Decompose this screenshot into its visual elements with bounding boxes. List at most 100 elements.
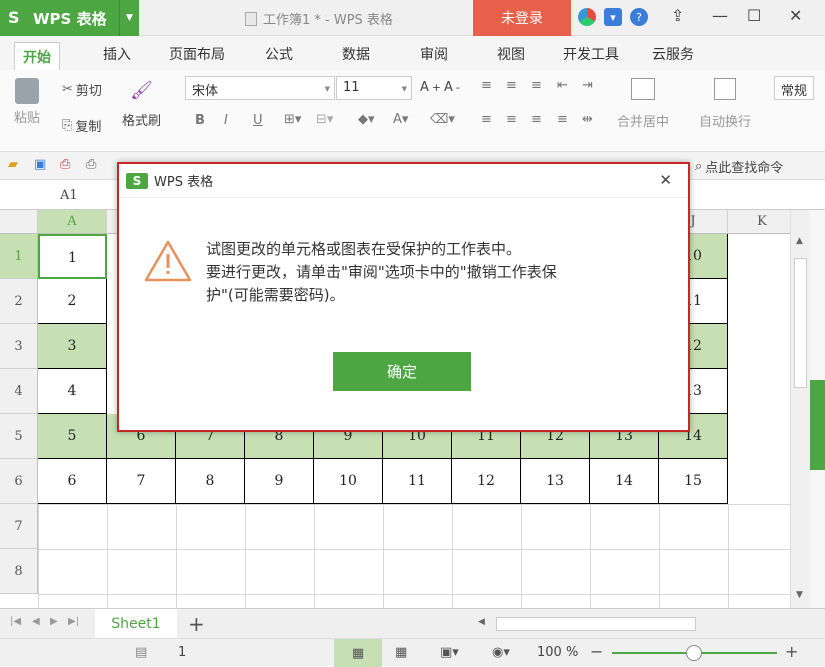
row-header-4[interactable]: 4 [0,369,38,414]
cell-a2[interactable]: 2 [38,279,107,324]
scroll-up-icon[interactable]: ▲ [796,236,803,246]
cell-b6[interactable]: 7 [107,459,176,504]
paste-button[interactable]: 粘贴 [14,78,40,126]
align-bottom-icon[interactable]: ≡ [531,78,542,93]
chevron-down-icon[interactable]: ▼ [119,0,139,36]
cell-a4[interactable]: 4 [38,369,107,414]
row-header-6[interactable]: 6 [0,459,38,504]
increase-font-icon[interactable]: A + [420,80,441,95]
side-panel-toggle[interactable] [810,380,825,470]
merge-center-button[interactable]: 合并居中 [617,78,669,130]
bold-icon[interactable]: B [195,113,205,128]
cell-a3[interactable]: 3 [38,324,107,369]
layout-view-icon[interactable]: ▣▾ [440,645,459,660]
row-header-8[interactable]: 8 [0,549,38,594]
sheet-nav-prev-icon[interactable]: ◀ [32,616,40,627]
row-header-5[interactable]: 5 [0,414,38,459]
align-middle-icon[interactable]: ≡ [506,78,517,93]
add-sheet-icon[interactable]: + [188,612,205,636]
clear-format-icon[interactable]: ⌫▾ [430,112,455,127]
maximize-button[interactable]: ☐ [747,6,761,25]
tab-data[interactable]: 数据 [342,44,370,64]
save-icon[interactable]: ▣ [34,157,46,172]
page-break-view-icon[interactable]: ▦ [395,645,407,660]
reading-mode-icon[interactable]: ◉▾ [492,645,510,660]
zoom-in-icon[interactable]: + [785,642,798,661]
italic-icon[interactable]: I [224,113,228,128]
sheet-nav-last-icon[interactable]: ▶| [68,616,79,627]
horizontal-scrollbar[interactable]: ◀ [476,616,776,632]
decrease-font-icon[interactable]: A- [444,80,460,95]
align-left-icon[interactable]: ≡ [481,112,492,127]
cell-e6[interactable]: 10 [314,459,383,504]
scroll-down-icon[interactable]: ▼ [796,590,803,600]
row-header-3[interactable]: 3 [0,324,38,369]
tab-view[interactable]: 视图 [497,44,525,64]
copy-button[interactable]: ⎘ 复制 [62,116,101,135]
cell-style-icon[interactable]: ⊟▾ [316,112,333,127]
close-icon[interactable]: ✕ [659,171,672,189]
ok-button[interactable]: 确定 [333,352,471,391]
skin-icon[interactable] [578,8,596,26]
zoom-out-icon[interactable]: − [590,642,603,661]
scroll-thumb[interactable] [794,258,807,388]
export-pdf-icon[interactable]: ⎙ [60,157,70,172]
cell-c6[interactable]: 8 [176,459,245,504]
open-folder-icon[interactable]: ▰ [8,157,18,172]
underline-icon[interactable]: U [253,113,263,128]
justify-icon[interactable]: ≡ [557,112,568,127]
number-format-select[interactable]: 常规 [774,76,814,100]
tab-developer[interactable]: 开发工具 [563,44,619,64]
fill-color-icon[interactable]: ◆▾ [358,112,375,127]
tab-formulas[interactable]: 公式 [265,44,293,64]
font-name-select[interactable]: 宋体 ▼ [185,76,335,100]
cut-button[interactable]: ✂ 剪切 [62,80,102,99]
login-button[interactable]: 未登录 [473,0,571,36]
search-command-box[interactable]: ⌕ 点此查找命令 [695,157,783,176]
help-icon[interactable]: ? [630,8,648,26]
indent-increase-icon[interactable]: ⇥ [582,78,593,93]
align-center-icon[interactable]: ≡ [506,112,517,127]
align-right-icon[interactable]: ≡ [531,112,542,127]
tab-home[interactable]: 开始 [14,42,60,70]
cell-a5[interactable]: 5 [38,414,107,459]
tab-insert[interactable]: 插入 [103,44,131,64]
tab-page-layout[interactable]: 页面布局 [169,44,225,64]
font-size-select[interactable]: 11 ▼ [336,76,412,100]
row-header-1[interactable]: 1 [0,234,38,279]
cell-f6[interactable]: 11 [383,459,452,504]
row-header-7[interactable]: 7 [0,504,38,549]
sheet-nav-first-icon[interactable]: |◀ [10,616,21,627]
cell-a1[interactable]: 1 [38,234,107,279]
indent-decrease-icon[interactable]: ⇤ [557,78,568,93]
column-header-k[interactable]: K [728,210,790,234]
vertical-scrollbar[interactable]: ▲ ▼ [790,210,810,608]
zoom-level[interactable]: 100 % [537,645,578,660]
empty-cells-area[interactable] [38,504,790,608]
font-color-icon[interactable]: A▾ [393,112,408,127]
upload-icon[interactable]: ⇪ [671,6,684,25]
scroll-left-icon[interactable]: ◀ [478,617,485,627]
distributed-icon[interactable]: ⇹ [582,112,593,127]
cell-d6[interactable]: 9 [245,459,314,504]
select-all-corner[interactable] [0,210,38,234]
print-icon[interactable]: ⎙ [86,157,96,172]
sheet-nav-next-icon[interactable]: ▶ [50,616,58,627]
align-top-icon[interactable]: ≡ [481,78,492,93]
border-icon[interactable]: ⊞▾ [284,112,301,127]
name-box[interactable]: A1 [60,188,78,203]
row-header-2[interactable]: 2 [0,279,38,324]
cell-i6[interactable]: 14 [590,459,659,504]
cell-j6[interactable]: 15 [659,459,728,504]
minimize-button[interactable]: — [712,6,728,25]
tab-review[interactable]: 审阅 [420,44,448,64]
close-window-button[interactable]: ✕ [789,6,802,25]
app-menu-button[interactable]: S WPS 表格 ▼ [0,0,139,36]
zoom-slider-thumb[interactable] [686,645,702,661]
cell-h6[interactable]: 13 [521,459,590,504]
column-header-a[interactable]: A [38,210,107,234]
shirt-icon[interactable]: ▾ [604,8,622,26]
cell-a6[interactable]: 6 [38,459,107,504]
normal-view-icon[interactable]: ▦ [334,639,382,667]
wrap-text-button[interactable]: 自动换行 [699,78,751,130]
